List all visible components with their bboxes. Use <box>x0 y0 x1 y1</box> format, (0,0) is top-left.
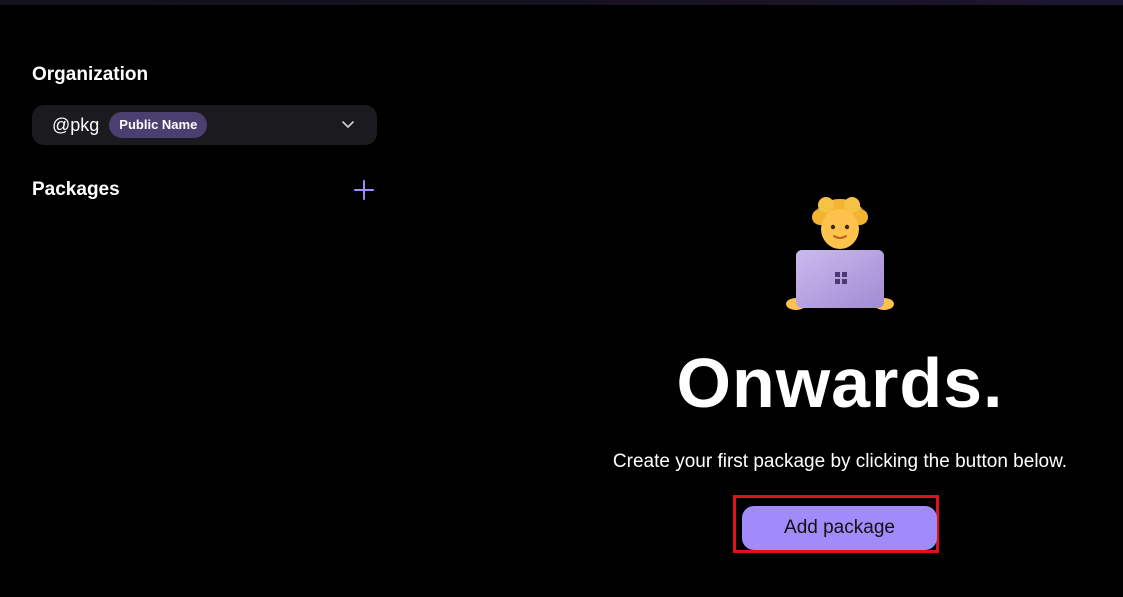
empty-state-description: Create your first package by clicking th… <box>612 451 1068 472</box>
empty-state-headline: Onwards. <box>676 344 1004 422</box>
top-accent-strip <box>0 0 1123 5</box>
organization-select[interactable]: @pkg Public Name <box>32 105 377 145</box>
add-package-button[interactable]: Add package <box>742 506 937 550</box>
organization-title: Organization <box>32 64 149 85</box>
sidebar: Organization @pkg Public Name Packages <box>32 62 377 200</box>
org-handle: @pkg <box>52 114 100 135</box>
packages-header: Packages <box>32 177 377 203</box>
packages-title: Packages <box>32 179 120 200</box>
org-public-name-badge: Public Name <box>109 112 208 138</box>
person-with-laptop-icon <box>786 197 894 310</box>
chevron-down-icon <box>342 121 354 128</box>
plus-icon[interactable] <box>353 179 375 201</box>
